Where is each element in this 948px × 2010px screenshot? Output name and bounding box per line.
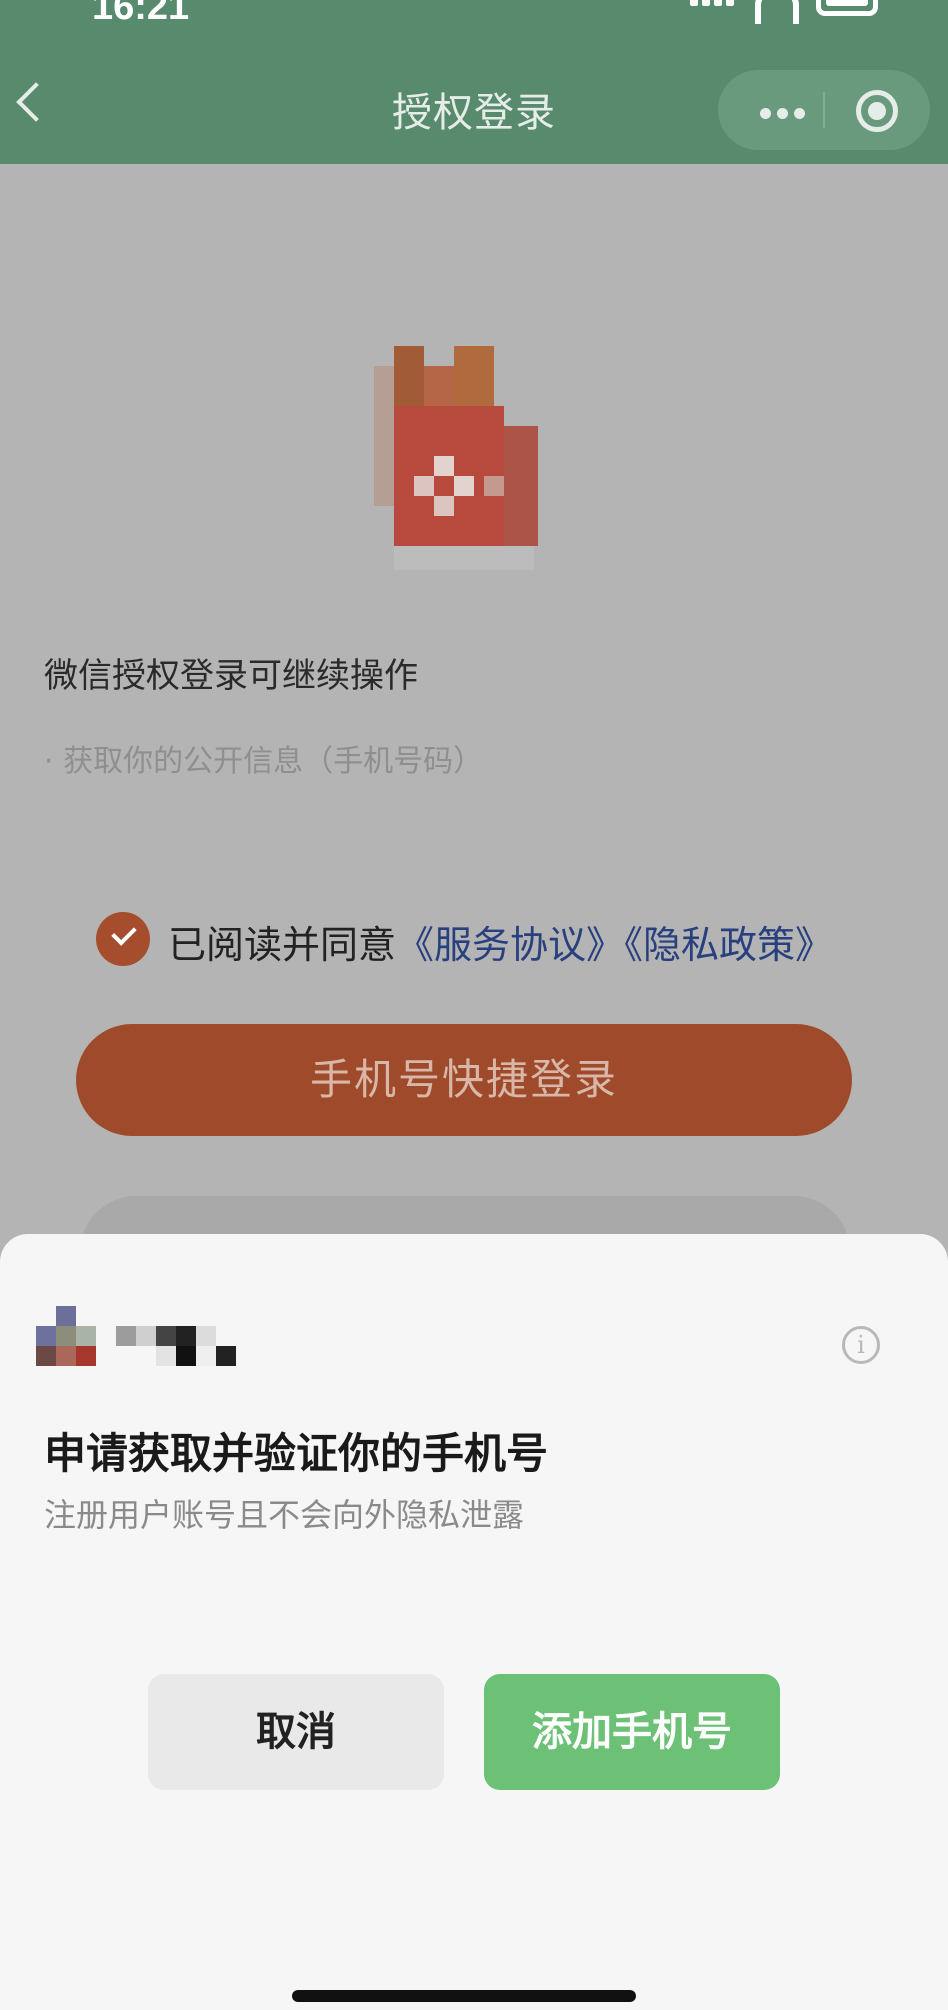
privacy-policy-link[interactable]: 《隐私政策》	[624, 923, 833, 967]
home-indicator	[292, 1990, 636, 2002]
sheet-subtitle: 注册用户账号且不会向外隐私泄露	[44, 1496, 525, 1534]
checkbox-checked-icon[interactable]	[96, 912, 150, 966]
service-agreement-link[interactable]: 《服务协议》	[396, 923, 624, 967]
app-name-pixelated	[116, 1326, 236, 1368]
screen: 16:21 授权登录 微信授权登录可继续操作 · 获取你的公开信息（手机号码） …	[0, 0, 948, 2010]
sheet-title: 申请获取并验证你的手机号	[44, 1429, 549, 1478]
add-phone-button[interactable]: 添加手机号	[484, 1674, 780, 1790]
app-avatar	[36, 1306, 96, 1366]
phone-quick-login-button[interactable]: 手机号快捷登录	[76, 1024, 852, 1136]
capsule-divider	[823, 92, 825, 128]
intro-permission-item: · 获取你的公开信息（手机号码）	[44, 744, 484, 779]
wifi-icon	[755, 0, 799, 24]
mini-program-capsule	[718, 70, 930, 150]
more-icon[interactable]	[760, 104, 811, 123]
battery-icon	[816, 0, 878, 16]
app-logo	[374, 346, 538, 586]
status-time: 16:21	[92, 0, 190, 28]
phone-auth-sheet: i 申请获取并验证你的手机号 注册用户账号且不会向外隐私泄露 取消 添加手机号	[0, 1234, 948, 2010]
intro-title: 微信授权登录可继续操作	[44, 656, 418, 696]
close-miniprogram-dot	[868, 102, 886, 120]
agreement-text: 已阅读并同意《服务协议》《隐私政策》	[168, 914, 833, 969]
info-icon[interactable]: i	[842, 1326, 880, 1364]
cancel-button[interactable]: 取消	[148, 1674, 444, 1790]
top-bar: 16:21 授权登录	[0, 0, 948, 164]
agreement-prefix: 已阅读并同意	[168, 923, 397, 967]
